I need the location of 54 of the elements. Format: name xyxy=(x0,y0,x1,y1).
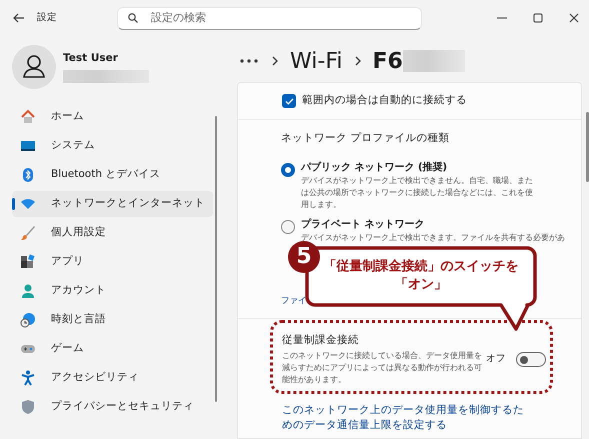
chevron-icon xyxy=(354,56,360,66)
nav-item[interactable]: アプリ xyxy=(12,249,213,275)
brush-icon xyxy=(20,225,36,241)
monitor-icon xyxy=(20,138,36,154)
radio-label: プライベート ネットワーク xyxy=(301,218,426,231)
chevron-icon xyxy=(272,56,278,66)
nav-item[interactable]: アクセシビリティ xyxy=(12,365,213,391)
data-limit-link[interactable]: このネットワーク上のデータ使用量を制御するためのデータ通信量上限を設定する xyxy=(282,403,532,433)
radio-label: パブリック ネットワーク (推奨) xyxy=(301,160,448,174)
home-icon xyxy=(20,109,36,125)
toggle-state-label: オフ xyxy=(486,352,506,366)
nav-item[interactable]: ネットワークとインターネット xyxy=(12,191,213,217)
window-title: 設定 xyxy=(37,10,57,25)
nav-item[interactable]: Bluetooth とデバイス xyxy=(12,162,213,188)
nav-item[interactable]: ゲーム xyxy=(12,336,213,362)
blurred-network-name xyxy=(402,50,465,72)
radio-description: デバイスがネットワーク上で検出できません。自宅、職場、または公共の場所でネットワークに接続した場合などには、これを使用します。 xyxy=(301,174,534,210)
back-icon[interactable] xyxy=(13,13,24,23)
metered-toggle[interactable] xyxy=(516,352,546,367)
nav-item[interactable]: 時刻と言語 xyxy=(12,307,213,333)
radio-button[interactable] xyxy=(281,220,295,234)
nav-item[interactable]: 個人用設定 xyxy=(12,220,213,246)
auto-connect-label: 範囲内の場合は自動的に接続する xyxy=(302,93,467,108)
close-icon[interactable] xyxy=(569,13,579,23)
search-input: 設定の検索 xyxy=(151,10,411,26)
bluetooth-icon xyxy=(20,167,36,183)
shield-icon xyxy=(20,399,36,415)
nav-item[interactable]: プライバシーとセキュリティ xyxy=(12,394,213,420)
nav-item[interactable]: アカウント xyxy=(12,278,213,304)
nav-item[interactable]: ホーム xyxy=(12,104,213,130)
search-field[interactable]: 設定の検索 xyxy=(117,6,422,30)
nav-item[interactable]: システム xyxy=(12,133,213,159)
maximize-icon[interactable] xyxy=(533,13,543,23)
apps-icon xyxy=(20,254,36,270)
user-name: Test User xyxy=(63,51,119,66)
accessibility-icon xyxy=(20,370,36,386)
radio-button[interactable] xyxy=(281,162,295,177)
radio-description: デバイスがネットワーク上で検出できます。ファイルを共有する必要があ xyxy=(301,230,565,243)
firewall-link[interactable]: ファイ xyxy=(281,294,306,308)
callout-text: 「従量制課金接続」のスイッチを 「オン」 xyxy=(324,258,518,294)
metered-title: 従量制課金接続 xyxy=(282,333,360,348)
person-icon xyxy=(20,283,36,299)
auto-connect-checkbox[interactable] xyxy=(282,94,296,108)
scrollbar[interactable] xyxy=(215,116,217,402)
metered-description: このネットワークに接続している場合、データ使用量を減らすためにアプリによっては異なる動作が行われる可能性があります。 xyxy=(282,349,482,385)
search-icon xyxy=(128,13,138,23)
globe-clock-icon xyxy=(20,312,36,328)
wifi-icon xyxy=(20,196,36,212)
breadcrumb-link[interactable]: Wi-Fi xyxy=(290,44,342,78)
page-title: F6 xyxy=(372,48,403,76)
scrollbar[interactable] xyxy=(586,112,589,182)
section-heading: ネットワーク プロファイルの種類 xyxy=(281,131,450,146)
more-icon[interactable] xyxy=(240,59,258,63)
check-icon xyxy=(284,98,294,104)
